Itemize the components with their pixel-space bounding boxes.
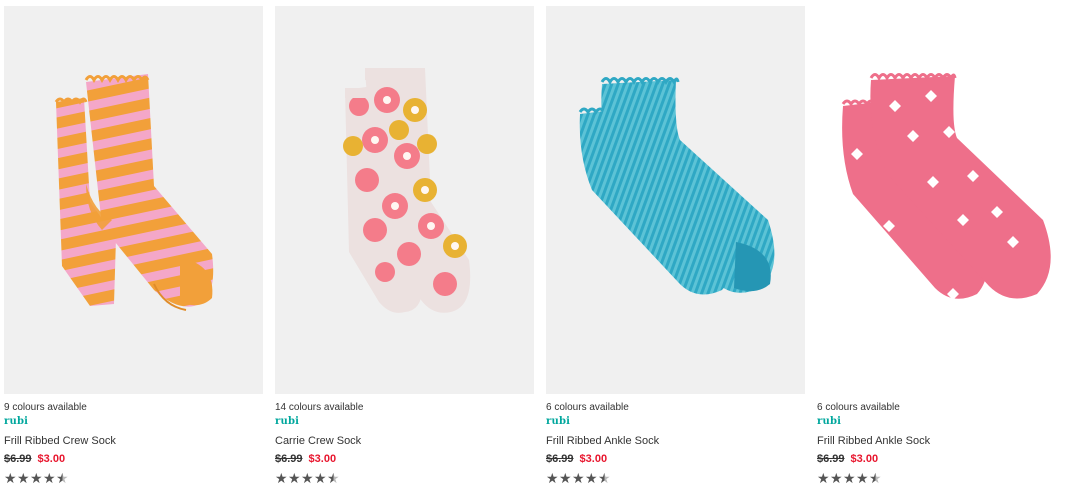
sale-price: $3.00 (37, 453, 66, 465)
was-price: $6.99 (546, 453, 574, 465)
product-name[interactable]: Frill Ribbed Ankle Sock (546, 435, 659, 447)
star-full-icon: ★ (43, 470, 56, 486)
star-rating: ★★★★★ (4, 470, 69, 486)
star-full-icon: ★ (275, 470, 288, 486)
product-grid: 9 colours available rubi Frill Ribbed Cr… (0, 0, 1080, 494)
star-full-icon: ★ (559, 470, 572, 486)
was-price: $6.99 (817, 453, 845, 465)
orange-pink-striped-socks-image (54, 74, 214, 311)
star-full-icon: ★ (17, 470, 30, 486)
price: $6.99 $3.00 (817, 453, 878, 465)
was-price: $6.99 (275, 453, 303, 465)
star-full-icon: ★ (572, 470, 585, 486)
brand-label: rubi (546, 416, 571, 427)
star-full-icon: ★ (314, 470, 327, 486)
product-image[interactable] (4, 6, 263, 394)
star-rating: ★★★★★ (817, 470, 882, 486)
star-half-icon: ★ (56, 470, 69, 486)
star-full-icon: ★ (288, 470, 301, 486)
sale-price: $3.00 (308, 453, 337, 465)
star-half-icon: ★ (598, 470, 611, 486)
star-half-icon: ★ (869, 470, 882, 486)
price: $6.99 $3.00 (4, 453, 65, 465)
sale-price: $3.00 (579, 453, 608, 465)
was-price: $6.99 (4, 453, 32, 465)
star-full-icon: ★ (301, 470, 314, 486)
product-card[interactable]: 9 colours available rubi Frill Ribbed Cr… (4, 6, 263, 492)
pink-butterfly-ankle-socks-image (841, 73, 1051, 300)
colours-available: 6 colours available (546, 402, 629, 413)
product-name[interactable]: Frill Ribbed Crew Sock (4, 435, 116, 447)
product-card[interactable]: 14 colours available rubi Carrie Crew So… (275, 6, 534, 492)
star-full-icon: ★ (546, 470, 559, 486)
brand-label: rubi (817, 416, 842, 427)
price: $6.99 $3.00 (275, 453, 336, 465)
sale-price: $3.00 (850, 453, 879, 465)
colours-available: 6 colours available (817, 402, 900, 413)
product-name[interactable]: Frill Ribbed Ankle Sock (817, 435, 930, 447)
star-full-icon: ★ (30, 470, 43, 486)
floral-crew-socks-image (343, 68, 471, 313)
star-full-icon: ★ (830, 470, 843, 486)
product-name[interactable]: Carrie Crew Sock (275, 435, 361, 447)
star-rating: ★★★★★ (546, 470, 611, 486)
product-image[interactable] (546, 6, 805, 394)
colours-available: 9 colours available (4, 402, 87, 413)
product-image[interactable] (817, 6, 1076, 394)
product-card[interactable]: 6 colours available rubi Frill Ribbed An… (546, 6, 805, 492)
brand-label: rubi (275, 416, 300, 427)
star-half-icon: ★ (327, 470, 340, 486)
star-full-icon: ★ (856, 470, 869, 486)
star-full-icon: ★ (817, 470, 830, 486)
colours-available: 14 colours available (275, 402, 364, 413)
product-image[interactable] (275, 6, 534, 394)
star-full-icon: ★ (843, 470, 856, 486)
product-card[interactable]: 6 colours available rubi Frill Ribbed An… (817, 6, 1076, 492)
star-full-icon: ★ (4, 470, 17, 486)
star-rating: ★★★★★ (275, 470, 340, 486)
brand-label: rubi (4, 416, 29, 427)
star-full-icon: ★ (585, 470, 598, 486)
blue-marled-ankle-socks-image (578, 77, 775, 295)
price: $6.99 $3.00 (546, 453, 607, 465)
